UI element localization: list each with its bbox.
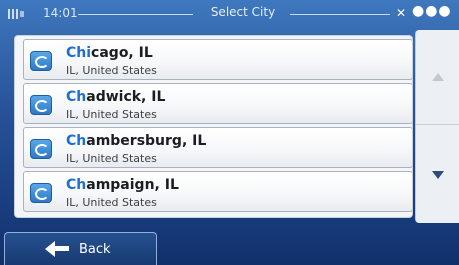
city-region: IL, United States xyxy=(66,196,157,209)
title-divider-left xyxy=(78,14,193,15)
bottom-bar: Back xyxy=(0,232,459,265)
list-item[interactable]: Champaign, IL IL, United States xyxy=(23,171,412,212)
more-dots-icon[interactable]: ●●● xyxy=(412,3,452,19)
status-bar: 14:01 Select City ✕ ●●● xyxy=(0,0,459,28)
city-region: IL, United States xyxy=(66,64,157,77)
city-icon xyxy=(30,183,52,203)
clock: 14:01 xyxy=(43,6,78,20)
city-name: Chadwick, IL xyxy=(66,89,166,105)
title-divider-right xyxy=(290,14,390,15)
city-region: IL, United States xyxy=(66,152,157,165)
list-item[interactable]: Chadwick, IL IL, United States xyxy=(23,83,412,124)
city-name: Chambersburg, IL xyxy=(66,133,207,149)
back-button[interactable]: Back xyxy=(4,232,157,265)
scroll-down-arrow-icon xyxy=(432,170,444,179)
list-item[interactable]: Chicago, IL IL, United States xyxy=(23,39,412,80)
city-name: Chicago, IL xyxy=(66,45,153,61)
city-name: Champaign, IL xyxy=(66,177,179,193)
scroll-down-button[interactable] xyxy=(416,127,459,222)
scroll-up-button[interactable] xyxy=(416,30,459,125)
list-item[interactable]: Chambersburg, IL IL, United States xyxy=(23,127,412,168)
scroll-up-arrow-icon xyxy=(432,73,444,81)
battery-icon xyxy=(8,9,30,19)
city-icon xyxy=(30,51,52,71)
city-icon xyxy=(30,139,52,159)
city-icon xyxy=(30,95,52,115)
screen-title: Select City xyxy=(210,5,276,19)
gps-signal-icon: ✕ xyxy=(396,6,407,20)
left-arrow-icon xyxy=(45,241,69,257)
scroll-controls xyxy=(415,30,459,223)
back-label: Back xyxy=(79,242,111,257)
city-region: IL, United States xyxy=(66,108,157,121)
city-list: Chicago, IL IL, United States Chadwick, … xyxy=(14,35,413,218)
